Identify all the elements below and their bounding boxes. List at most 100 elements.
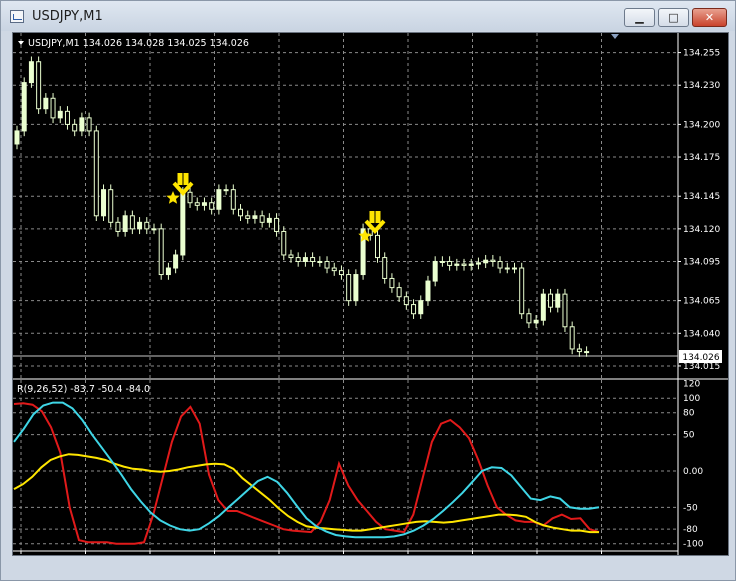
candle-body: [461, 263, 467, 266]
symbol-menu-icon[interactable]: [18, 41, 24, 45]
indicator-series: [13, 401, 600, 545]
candle-body: [14, 130, 20, 145]
candle-body: [64, 110, 70, 125]
price-axis-label: 134.175: [683, 153, 720, 163]
candle-body: [281, 230, 287, 256]
signal-arrow-icon: [177, 173, 189, 185]
price-axis-label: 134.065: [683, 297, 720, 307]
collapse-triangle-icon[interactable]: [611, 34, 619, 39]
candle-body: [201, 202, 207, 206]
candle-body: [447, 260, 453, 266]
window-title: USDJPY,M1: [32, 9, 103, 24]
candle-body: [252, 215, 258, 219]
price-axis-label: 134.145: [683, 192, 720, 202]
candle-body: [187, 191, 193, 204]
candle-body: [72, 123, 78, 132]
price-axis-label: 134.255: [683, 49, 720, 59]
candle-body: [158, 228, 164, 276]
candle-body: [338, 270, 344, 276]
candle-body: [310, 257, 316, 262]
candle-body: [382, 257, 388, 279]
candle-body: [389, 277, 395, 289]
candle-body: [223, 189, 229, 192]
price-axis-label: 134.040: [683, 329, 720, 339]
signal-arrow-icon: [369, 211, 381, 223]
chart-area[interactable]: USDJPY,M1 134.026 134.028 134.025 134.02…: [12, 32, 729, 567]
candle-body: [108, 189, 114, 223]
indicator-line-mid: [13, 453, 599, 534]
candle-body: [259, 215, 265, 223]
indicator-axis-label: 120: [683, 380, 700, 390]
candle-body: [540, 293, 546, 321]
candle-body: [238, 208, 244, 217]
candle-body: [475, 262, 481, 265]
indicator-axis-label: 100: [683, 394, 700, 404]
candle-body: [288, 254, 294, 259]
price-axis-label: 134.120: [683, 225, 720, 235]
maximize-button[interactable]: □: [658, 8, 689, 27]
indicator-line-fast: [13, 402, 600, 545]
candle-body: [411, 304, 417, 315]
grid: [13, 33, 678, 551]
candle-body: [144, 221, 150, 230]
candle-body: [50, 97, 56, 119]
minimize-button[interactable]: ▁: [624, 8, 655, 27]
indicator-axis-label: 80: [683, 409, 695, 419]
candle-body: [346, 274, 352, 302]
candle-body: [483, 259, 489, 264]
candle-body: [101, 189, 107, 217]
candle-body: [230, 189, 236, 210]
price-axis-label: 134.230: [683, 81, 720, 91]
candle-body: [173, 254, 179, 269]
candle-body: [562, 293, 568, 328]
chart-canvas[interactable]: USDJPY,M1 134.026 134.028 134.025 134.02…: [13, 33, 728, 567]
indicator-axis-label: -100: [683, 540, 704, 550]
candle-body: [439, 260, 445, 263]
price-axis-labels: 134.255 134.230 134.200 134.175 134.145 134.1…: [678, 49, 720, 372]
candle-body: [555, 293, 561, 308]
candle-body: [180, 191, 186, 256]
candle-body: [137, 221, 143, 230]
candle-body: [295, 257, 301, 262]
candle-body: [28, 61, 34, 84]
candle-body: [93, 130, 99, 217]
indicator-axis-label: -50: [683, 503, 698, 513]
indicator-axis-label: 50: [683, 431, 695, 441]
candle-body: [331, 267, 337, 272]
indicator-header: R(9,26,52) -83.7 -50.4 -84.0: [17, 384, 150, 395]
candle-body: [57, 110, 63, 119]
candle-body: [317, 260, 323, 263]
candle-body: [584, 351, 590, 354]
candle-body: [425, 280, 431, 302]
candle-body: [245, 215, 251, 219]
candle-body: [86, 117, 92, 132]
candle-body: [533, 319, 539, 324]
indicator-axis-label: 0.00: [683, 467, 703, 477]
candle-body: [569, 326, 575, 350]
candle-body: [122, 215, 128, 232]
candle-body: [511, 267, 517, 270]
candle-body: [353, 274, 359, 302]
candle-body: [266, 217, 272, 223]
candle-body: [151, 228, 157, 231]
candle-body: [576, 348, 582, 353]
candle-body: [165, 267, 171, 276]
candle-body: [432, 260, 438, 282]
candle-body: [490, 259, 496, 262]
candle-body: [468, 263, 474, 266]
candle-body: [497, 260, 503, 269]
signal-star-icon: [166, 191, 180, 204]
indicator-axis-label: -80: [683, 525, 698, 535]
chart-window-icon: [10, 10, 24, 23]
candle-body: [115, 221, 121, 232]
title-bar[interactable]: USDJPY,M1 ▁ □ ✕: [1, 1, 735, 31]
price-axis-label: 134.200: [683, 120, 720, 130]
candle-body: [375, 234, 380, 259]
price-axis-label: 134.015: [683, 362, 720, 372]
close-button[interactable]: ✕: [692, 8, 727, 27]
price-axis-label: 134.095: [683, 257, 720, 267]
candle-body: [21, 82, 27, 132]
candle-body: [454, 263, 460, 266]
candle-body: [526, 313, 532, 324]
candle-body: [274, 217, 280, 232]
